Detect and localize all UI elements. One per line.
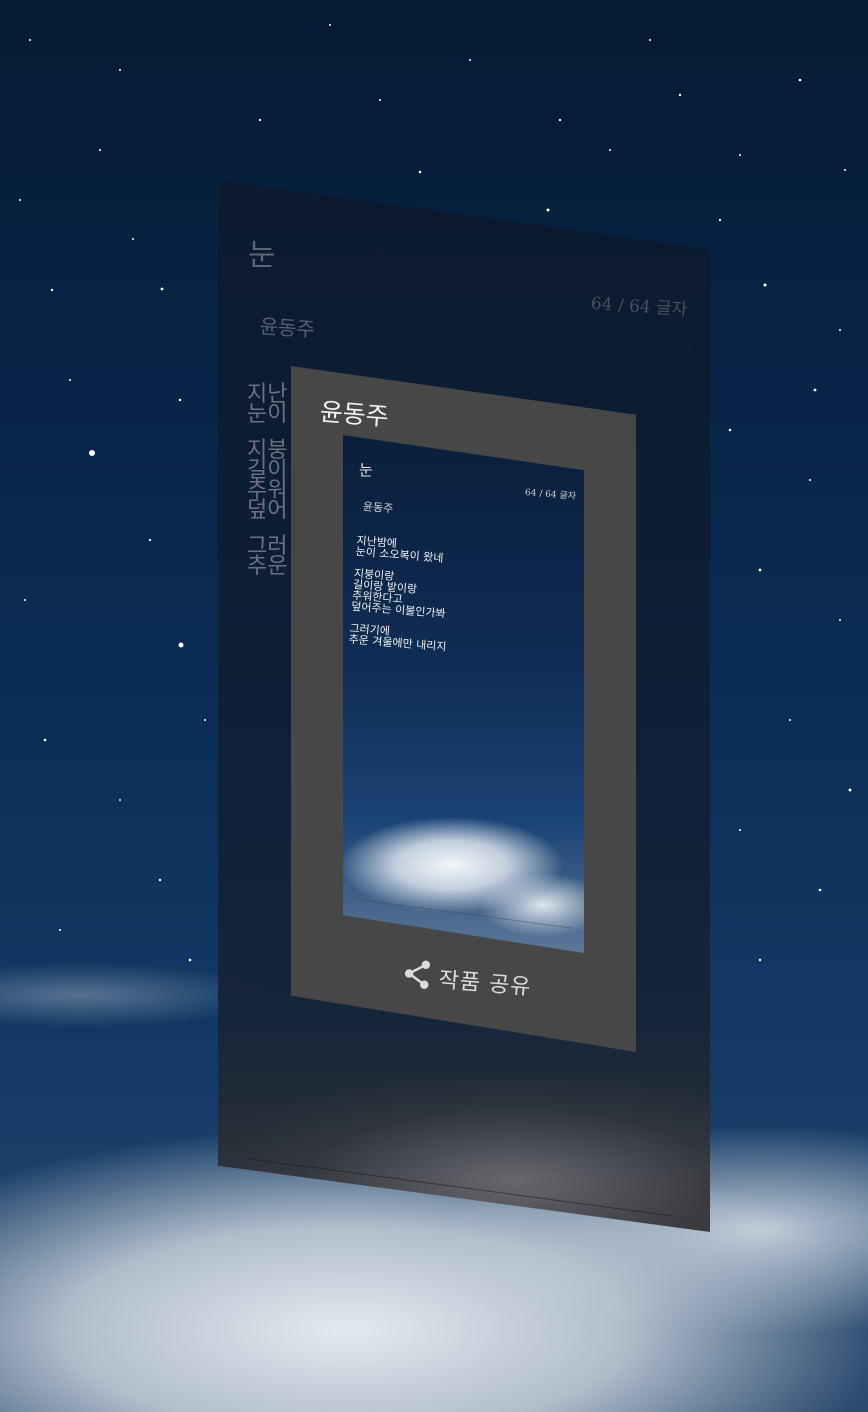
poem-line: 추운 [247, 554, 288, 579]
poem-line: 눈이 [247, 402, 288, 427]
preview-author: 윤동주 [362, 500, 394, 516]
share-button-label: 작품 공유 [437, 967, 533, 1001]
poem-author: 윤동주 [259, 314, 316, 342]
poem-title: 눈 [248, 238, 276, 273]
share-panel-author: 윤동주 [318, 397, 390, 432]
share-icon [402, 958, 433, 994]
preview-poem-body: 지난밤에 눈이 소오복이 왔네 지붕이랑 길이랑 밭이랑 추워한다고 덮어주는 … [348, 534, 455, 654]
poem-line: 덮어 [247, 498, 288, 523]
preview-title: 눈 [359, 461, 373, 479]
poem-body-partial: 지난 눈이 지붕 길이 추워 덮어 그러 추운 [247, 384, 288, 579]
